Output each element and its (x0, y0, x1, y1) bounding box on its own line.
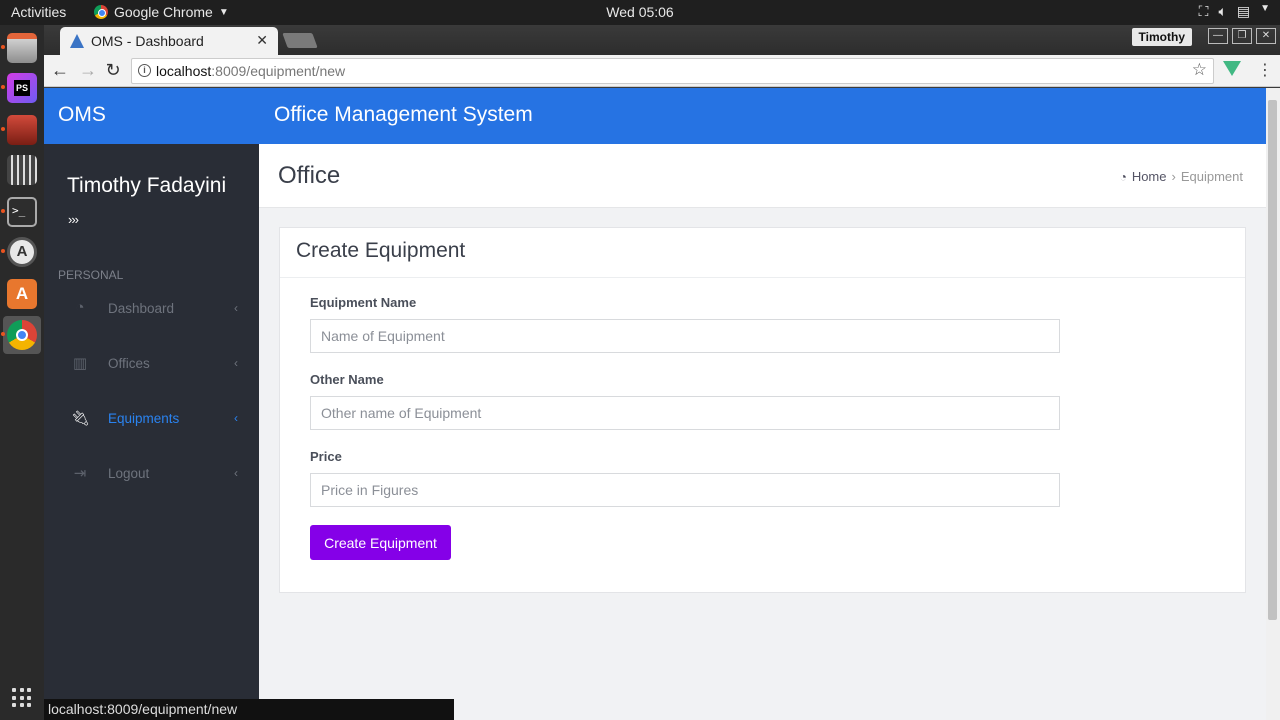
url-host: localhost (156, 63, 212, 79)
running-indicator (1, 249, 5, 253)
tab-oms-dashboard[interactable]: OMS - Dashboard ✕ (60, 27, 278, 55)
price-label: Price (310, 449, 342, 464)
dashboard-icon: ◔ (1119, 169, 1127, 184)
app-menu-label: Google Chrome (114, 4, 213, 20)
running-indicator (1, 332, 5, 336)
phpstorm-icon[interactable]: PS (7, 73, 37, 103)
running-indicator (1, 209, 5, 213)
card-divider (280, 277, 1245, 278)
back-arrow-icon[interactable]: ← (49, 60, 71, 81)
activities-button[interactable]: Activities (11, 4, 66, 20)
running-indicator (1, 45, 5, 49)
running-indicator (1, 85, 5, 89)
page-scrollbar[interactable] (1266, 88, 1280, 720)
url-path: :8009/equipment/new (211, 63, 346, 79)
plug-icon: 🔌︎ (71, 410, 91, 427)
files-icon[interactable] (7, 33, 37, 63)
network-icon[interactable]: ⛶ (1199, 3, 1209, 20)
maximize-icon[interactable]: ❐ (1232, 28, 1252, 44)
running-indicator (1, 127, 5, 131)
minimize-icon[interactable]: — (1208, 28, 1228, 44)
chevron-down-icon: ▼ (218, 6, 229, 18)
system-tray[interactable]: ⛶ 🔈︎ ▤ ▼ (1199, 3, 1270, 20)
price-input[interactable] (310, 473, 1060, 507)
create-equipment-card: Create Equipment Equipment Name Other Na… (279, 227, 1246, 593)
breadcrumb-current: Equipment (1180, 169, 1243, 184)
sidebar-item-label: Dashboard (108, 300, 175, 316)
chevron-left-icon: ‹ (234, 411, 238, 425)
scrollbar-thumb[interactable] (1268, 100, 1277, 620)
brand-logo[interactable]: OMS (58, 103, 106, 127)
kebab-menu-icon[interactable]: ⋮ (1257, 60, 1273, 80)
app-header: OMS Office Management System (44, 88, 1266, 144)
software-center-icon[interactable]: A (7, 279, 37, 309)
tab-strip: OMS - Dashboard ✕ Timothy — ❐ ✕ (44, 25, 1280, 55)
status-bubble: localhost:8009/equipment/new (44, 699, 454, 720)
other-name-input[interactable] (310, 396, 1060, 430)
sidebar-item-label: Logout (108, 465, 150, 481)
forward-arrow-icon[interactable]: → (77, 60, 99, 81)
new-tab-button[interactable] (282, 33, 318, 48)
sidebar: Timothy Fadayini ››› PERSONAL ◔ Dashboar… (44, 144, 259, 720)
sidebar-item-label: Offices (108, 355, 150, 371)
app-title: Office Management System (274, 103, 533, 126)
chrome-icon (94, 5, 108, 19)
chevron-left-icon: ‹ (234, 466, 238, 480)
create-equipment-button[interactable]: Create Equipment (310, 525, 451, 560)
dock: PS >_ A A (0, 25, 44, 720)
app-menu[interactable]: Google Chrome ▼ (94, 4, 229, 20)
profile-button[interactable]: Timothy (1131, 28, 1192, 46)
software-updater-icon[interactable]: A (7, 237, 37, 267)
window-close-icon[interactable]: ✕ (1256, 28, 1276, 44)
section-label: PERSONAL (58, 268, 124, 282)
bookmark-star-icon[interactable]: ☆ (1192, 60, 1207, 80)
sidebar-item-label: Equipments (108, 410, 180, 426)
chrome-icon[interactable] (7, 320, 37, 350)
breadcrumb-separator: › (1171, 169, 1176, 184)
clipboard-icon[interactable]: ▤ (1237, 3, 1250, 20)
close-icon[interactable]: ✕ (256, 32, 268, 49)
breadcrumb-home[interactable]: Home (1132, 169, 1167, 184)
sidebar-item-offices[interactable]: ▥ Offices ‹ (44, 343, 259, 383)
sidebar-item-equipments[interactable]: 🔌︎ Equipments ‹ (44, 398, 259, 438)
sidebar-item-logout[interactable]: ⇥ Logout ‹ (44, 453, 259, 493)
vue-devtools-icon[interactable] (1223, 61, 1241, 76)
favicon-icon (70, 34, 84, 48)
building-icon: ▥ (72, 355, 88, 372)
tab-title: OMS - Dashboard (91, 33, 204, 49)
sidebar-item-dashboard[interactable]: ◔ Dashboard ‹ (44, 288, 259, 328)
dashboard-icon: ◔ (75, 299, 85, 316)
page-header: Office ◔ Home › Equipment (259, 144, 1266, 208)
chevron-left-icon: ‹ (234, 301, 238, 315)
breadcrumb: ◔ Home › Equipment (1120, 169, 1243, 184)
browser-toolbar: ← → ↻ i localhost:8009/equipment/new ☆ ⋮ (44, 55, 1280, 87)
equipment-name-input[interactable] (310, 319, 1060, 353)
terminal-icon[interactable]: >_ (7, 197, 37, 227)
page-title: Office (278, 162, 341, 189)
web-page: OMS Office Management System Timothy Fad… (44, 88, 1266, 720)
equipment-name-label: Equipment Name (310, 295, 417, 310)
installer-icon[interactable] (7, 115, 37, 145)
gnome-top-bar: Activities Google Chrome ▼ Wed 05:06 ⛶ 🔈… (0, 0, 1280, 25)
system-menu-icon[interactable]: ▼ (1260, 3, 1270, 20)
chevron-left-icon: ‹ (234, 356, 238, 370)
other-name-label: Other Name (310, 372, 384, 387)
address-bar[interactable]: i localhost:8009/equipment/new ☆ (131, 58, 1214, 84)
video-editor-icon[interactable] (7, 155, 37, 185)
logout-icon: ⇥ (73, 465, 87, 482)
card-title: Create Equipment (296, 239, 466, 262)
info-icon[interactable]: i (138, 64, 151, 77)
user-name: Timothy Fadayini (67, 174, 227, 197)
volume-icon[interactable]: 🔈︎ (1218, 3, 1226, 20)
sidebar-expander[interactable]: ››› (68, 212, 79, 227)
grid-icon[interactable] (12, 688, 32, 708)
reload-icon[interactable]: ↻ (102, 60, 124, 81)
